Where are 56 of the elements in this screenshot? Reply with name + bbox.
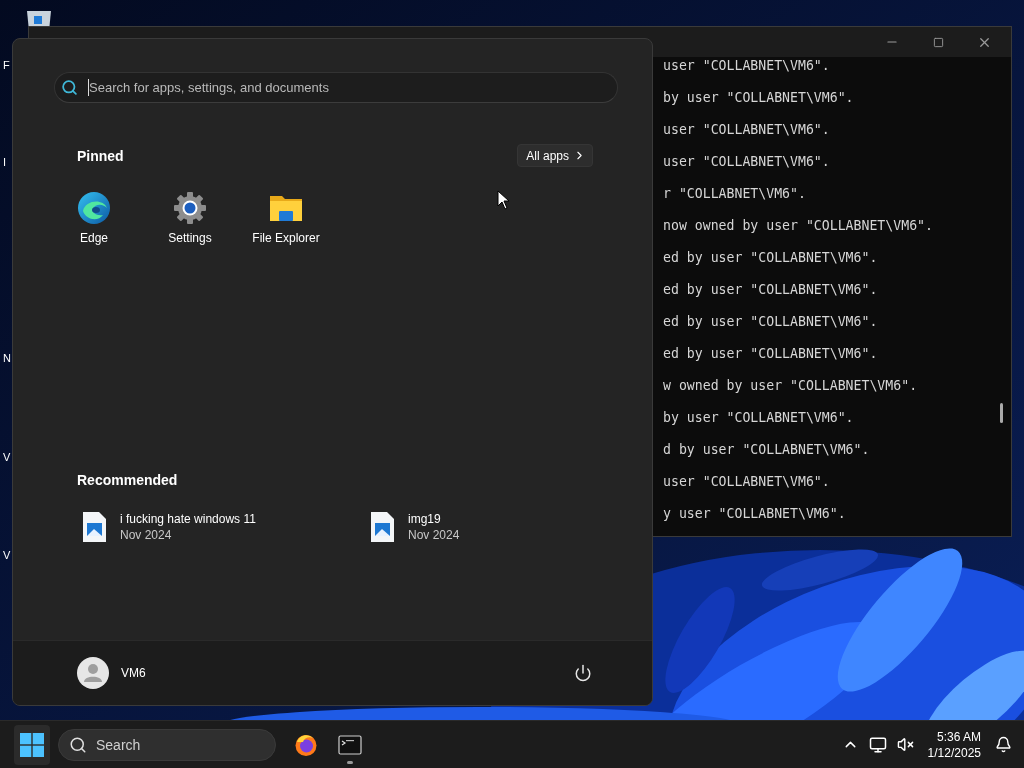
bell-icon (995, 736, 1012, 753)
desktop-icon-label: F (3, 59, 10, 72)
scrollbar-thumb[interactable] (1000, 403, 1003, 423)
user-account-button[interactable]: VM6 (77, 657, 146, 689)
terminal-line: w owned by user "COLLABNET\VM6". (663, 377, 918, 395)
maximize-icon (932, 36, 944, 48)
terminal-line: by user "COLLABNET\VM6". (663, 409, 854, 427)
terminal-line: now owned by user "COLLABNET\VM6". (663, 217, 933, 235)
start-button[interactable] (14, 724, 50, 765)
terminal-line: ed by user "COLLABNET\VM6". (663, 313, 878, 331)
search-icon (69, 735, 87, 754)
all-apps-button[interactable]: All apps (517, 144, 593, 167)
power-icon (574, 664, 592, 682)
search-input[interactable]: Search for apps, settings, and documents (88, 79, 617, 96)
file-date: Nov 2024 (408, 528, 460, 542)
terminal-line: ed by user "COLLABNET\VM6". (663, 249, 878, 267)
firefox-icon (294, 732, 318, 757)
image-file-icon (83, 512, 106, 542)
edge-icon (77, 191, 111, 225)
desktop-icon-label: V (3, 549, 11, 562)
section-title: Recommended (77, 472, 178, 488)
mouse-cursor-icon (497, 190, 510, 210)
monitor-icon (868, 735, 887, 754)
section-title: Pinned (77, 147, 124, 164)
terminal-icon (338, 732, 362, 757)
terminal-line: d by user "COLLABNET\VM6". (663, 441, 870, 459)
recommended-item[interactable]: i fucking hate windows 11 Nov 2024 (77, 510, 365, 544)
desktop-icon-label: I (3, 156, 7, 169)
terminal-line: ed by user "COLLABNET\VM6". (663, 345, 878, 363)
pinned-app[interactable]: File Explorer (246, 189, 326, 249)
terminal-line: user "COLLABNET\VM6". (663, 57, 830, 75)
terminal-line: user "COLLABNET\VM6". (663, 153, 830, 171)
terminal-line: user "COLLABNET\VM6". (663, 473, 830, 491)
recommended-item[interactable]: img19 Nov 2024 (365, 510, 652, 544)
terminal-line: r "COLLABNET\VM6". (663, 185, 806, 203)
file-name: img19 (408, 512, 442, 526)
speaker-muted-icon (896, 736, 914, 753)
terminal-line: y user "COLLABNET\VM6". (663, 505, 846, 523)
terminal-line: by user "COLLABNET\VM6". (663, 89, 854, 107)
avatar-icon (77, 657, 109, 689)
clock[interactable]: 5:36 AM 1/12/2025 (921, 728, 987, 761)
search-icon (61, 79, 78, 96)
desktop-icon-label: V (3, 451, 11, 464)
notifications-button[interactable] (993, 734, 1014, 755)
gear-icon (173, 191, 207, 225)
file-name: i fucking hate windows 11 (120, 512, 256, 526)
terminal-line: ed by user "COLLABNET\VM6". (663, 281, 878, 299)
image-file-icon (371, 512, 394, 542)
search-field[interactable]: Search for apps, settings, and documents (54, 72, 618, 103)
terminal-line: user "COLLABNET\VM6". (663, 121, 830, 139)
taskbar-search[interactable]: Search (58, 728, 276, 761)
windows-logo-icon (20, 732, 44, 757)
pinned-app[interactable]: Settings (150, 189, 230, 249)
file-date: Nov 2024 (120, 528, 173, 542)
pinned-app[interactable]: Edge (54, 189, 134, 249)
desktop-icon-label: N (3, 352, 11, 365)
